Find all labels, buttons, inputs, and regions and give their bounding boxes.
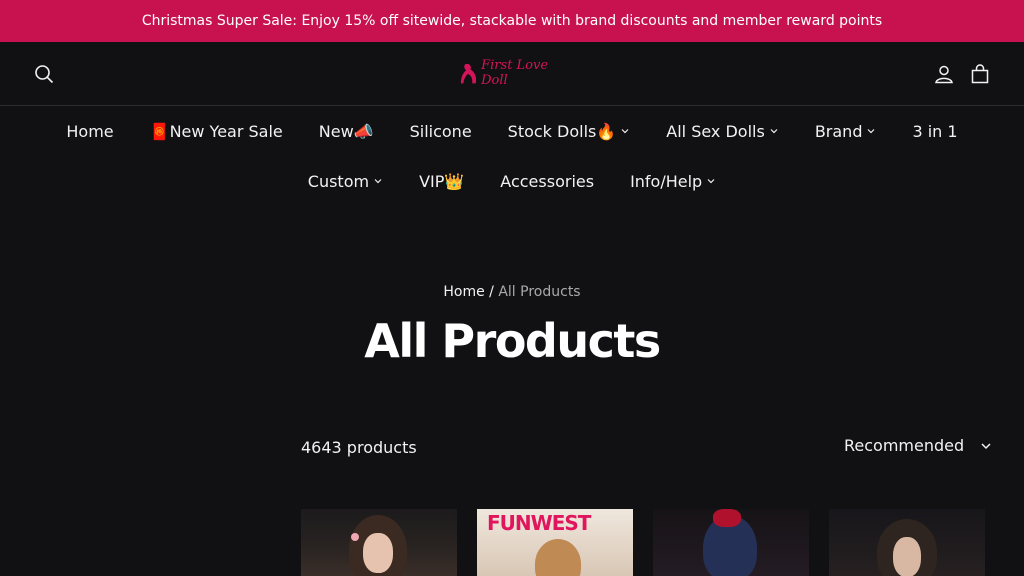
logo-figure-icon [460, 63, 477, 84]
product-card[interactable]: FUNWEST [477, 509, 633, 576]
sort-dropdown[interactable]: Recommended [844, 436, 992, 455]
announcement-text: Christmas Super Sale: Enjoy 15% off site… [141, 13, 883, 29]
site-logo[interactable]: First Love Doll [460, 56, 566, 90]
product-image [535, 539, 581, 576]
nav-item-label: Stock Dolls🔥 [507, 121, 617, 141]
nav-item-brand[interactable]: Brand [797, 119, 895, 143]
nav-item-info-help[interactable]: Info/Help [612, 169, 734, 193]
product-card[interactable] [301, 509, 457, 576]
chevron-down-icon [868, 129, 875, 134]
bag-icon[interactable] [968, 62, 992, 86]
nav-row-2: Custom VIP👑 Accessories Info/Help [0, 169, 1024, 193]
nav-item-custom[interactable]: Custom [290, 169, 401, 193]
announcement-bar: Christmas Super Sale: Enjoy 15% off site… [0, 0, 1024, 42]
sort-label: Recommended [844, 436, 965, 455]
nav-item-new[interactable]: New📣 [301, 119, 392, 143]
nav-item-label: 🧧New Year Sale [149, 121, 283, 141]
breadcrumb-home[interactable]: Home [443, 284, 484, 300]
nav-item-new-year-sale[interactable]: 🧧New Year Sale [132, 119, 301, 143]
nav-item-vip[interactable]: VIP👑 [401, 169, 482, 193]
chevron-down-icon [770, 129, 778, 134]
logo-text: First Love Doll [481, 58, 549, 88]
nav-item-label: New📣 [318, 121, 374, 141]
chevron-down-icon [374, 179, 382, 184]
chevron-down-icon [981, 442, 991, 449]
nav-item-label: Accessories [500, 171, 595, 191]
nav-item-silicone[interactable]: Silicone [392, 119, 490, 143]
product-grid: FUNWEST [301, 509, 985, 576]
nav-item-stock-dolls[interactable]: Stock Dolls🔥 [490, 119, 649, 143]
search-icon[interactable] [32, 62, 56, 86]
product-card[interactable] [829, 509, 985, 576]
nav-item-all-sex-dolls[interactable]: All Sex Dolls [648, 119, 797, 143]
page-title: All Products [364, 314, 661, 368]
product-image-face [893, 537, 921, 576]
user-icon[interactable] [932, 62, 956, 86]
chevron-down-icon [707, 179, 715, 184]
breadcrumb-separator: / [489, 284, 494, 300]
nav-item-accessories[interactable]: Accessories [482, 169, 612, 193]
nav-item-label: VIP👑 [419, 171, 465, 191]
product-image-face [363, 533, 393, 573]
breadcrumb: Home / All Products [0, 284, 1024, 300]
product-card[interactable] [653, 509, 809, 576]
site-header: First Love Doll [0, 42, 1024, 106]
breadcrumb-current: All Products [498, 284, 581, 300]
flower-accessory [351, 533, 359, 541]
product-brand-tag: FUNWEST [487, 511, 591, 535]
chevron-down-icon [621, 129, 629, 134]
main-navigation: Home 🧧New Year Sale New📣 Silicone Stock Doll… [0, 107, 1024, 217]
nav-item-3-in-1[interactable]: 3 in 1 [894, 119, 975, 143]
nav-item-label: Custom [307, 171, 370, 191]
nav-row-1: Home 🧧New Year Sale New📣 Silicone Stock Doll… [0, 119, 1024, 143]
nav-item-label: All Sex Dolls [666, 121, 765, 141]
nav-item-label: Info/Help [630, 171, 703, 191]
nav-item-label: Brand [814, 121, 863, 141]
product-count: 4643 products [301, 438, 417, 457]
nav-item-label: Silicone [409, 121, 472, 141]
hair-bow [713, 509, 741, 527]
nav-item-label: 3 in 1 [912, 121, 958, 141]
nav-item-label: Home [66, 121, 114, 141]
nav-item-home[interactable]: Home [48, 119, 131, 143]
